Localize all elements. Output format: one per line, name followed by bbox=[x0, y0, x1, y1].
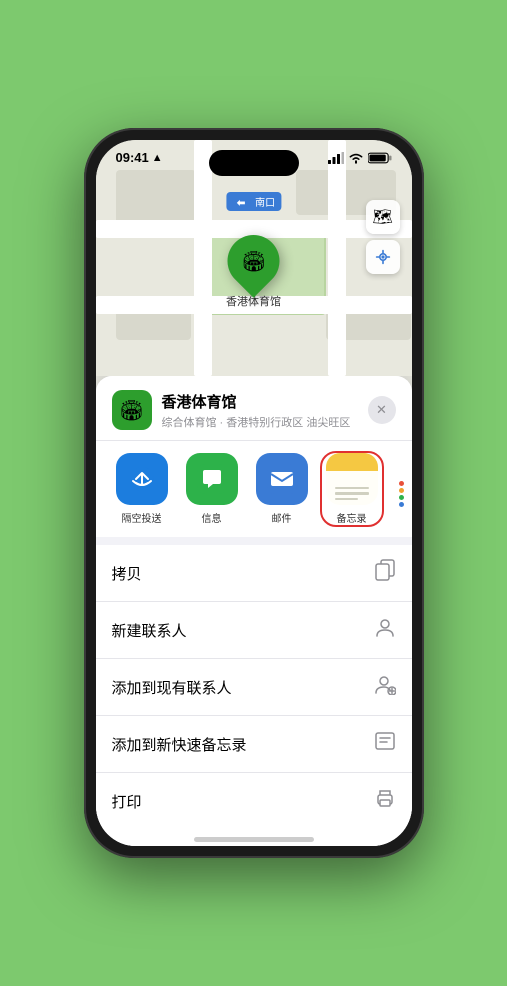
map-nav-label: ⬅ 南口 bbox=[226, 192, 281, 211]
new-contact-label: 新建联系人 bbox=[112, 620, 187, 641]
share-item-airdrop[interactable]: 隔空投送 bbox=[112, 453, 172, 525]
mail-icon bbox=[256, 453, 308, 505]
home-indicator-bar bbox=[96, 829, 412, 846]
messages-icon bbox=[186, 453, 238, 505]
map-controls[interactable]: 🗺 bbox=[366, 200, 400, 274]
nav-label-text: 南口 bbox=[255, 198, 275, 209]
signal-icon bbox=[328, 152, 344, 164]
share-item-messages[interactable]: 信息 bbox=[182, 453, 242, 525]
mail-label: 邮件 bbox=[272, 510, 292, 525]
location-icon: ▲ bbox=[152, 152, 163, 164]
share-item-mail[interactable]: 邮件 bbox=[252, 453, 312, 525]
pin-icon: 🏟 bbox=[241, 249, 266, 274]
venue-name: 香港体育馆 bbox=[162, 391, 368, 412]
more-indicator[interactable] bbox=[392, 453, 412, 525]
quick-note-label: 添加到新快速备忘录 bbox=[112, 734, 247, 755]
home-indicator bbox=[194, 837, 314, 842]
venue-subtitle: 综合体育馆 · 香港特别行政区 油尖旺区 bbox=[162, 414, 368, 430]
print-label: 打印 bbox=[112, 791, 142, 812]
bottom-sheet: 🏟 香港体育馆 综合体育馆 · 香港特别行政区 油尖旺区 ✕ 隔空投送 bbox=[96, 376, 412, 846]
wifi-icon bbox=[348, 152, 364, 164]
add-existing-label: 添加到现有联系人 bbox=[112, 677, 232, 698]
location-pin: 🏟 香港体育馆 bbox=[226, 235, 281, 309]
share-row: 隔空投送 信息 邮件 bbox=[96, 440, 412, 537]
airdrop-label: 隔空投送 bbox=[122, 510, 162, 525]
venue-icon: 🏟 bbox=[112, 390, 152, 430]
quick-note-icon bbox=[374, 730, 396, 758]
battery-icon bbox=[368, 152, 392, 164]
action-copy[interactable]: 拷贝 bbox=[96, 545, 412, 602]
map-type-button[interactable]: 🗺 bbox=[366, 200, 400, 234]
sheet-header: 🏟 香港体育馆 综合体育馆 · 香港特别行政区 油尖旺区 ✕ bbox=[96, 376, 412, 440]
phone-screen: 09:41 ▲ bbox=[96, 140, 412, 846]
messages-label: 信息 bbox=[202, 510, 222, 525]
airdrop-icon bbox=[116, 453, 168, 505]
new-contact-icon bbox=[374, 616, 396, 644]
add-existing-icon bbox=[374, 673, 396, 701]
status-time: 09:41 bbox=[116, 150, 149, 165]
location-button[interactable] bbox=[366, 240, 400, 274]
action-add-existing[interactable]: 添加到现有联系人 bbox=[96, 659, 412, 716]
phone-frame: 09:41 ▲ bbox=[84, 128, 424, 858]
close-button[interactable]: ✕ bbox=[368, 396, 396, 424]
print-icon bbox=[374, 787, 396, 815]
action-quick-note[interactable]: 添加到新快速备忘录 bbox=[96, 716, 412, 773]
action-print[interactable]: 打印 bbox=[96, 773, 412, 829]
notes-icon bbox=[326, 453, 378, 505]
more-dots bbox=[399, 481, 404, 507]
action-list: 拷贝 新建联系人 添加到现有联系人 bbox=[96, 545, 412, 829]
venue-info: 香港体育馆 综合体育馆 · 香港特别行政区 油尖旺区 bbox=[162, 391, 368, 430]
status-icons bbox=[328, 152, 392, 164]
copy-label: 拷贝 bbox=[112, 563, 142, 584]
pin-marker: 🏟 bbox=[217, 224, 291, 298]
action-new-contact[interactable]: 新建联系人 bbox=[96, 602, 412, 659]
dynamic-island bbox=[209, 150, 299, 176]
share-item-notes[interactable]: 备忘录 bbox=[322, 453, 382, 525]
copy-icon bbox=[374, 559, 396, 587]
notes-label: 备忘录 bbox=[337, 510, 367, 525]
map-direction-icon: ⬅ bbox=[232, 197, 250, 210]
